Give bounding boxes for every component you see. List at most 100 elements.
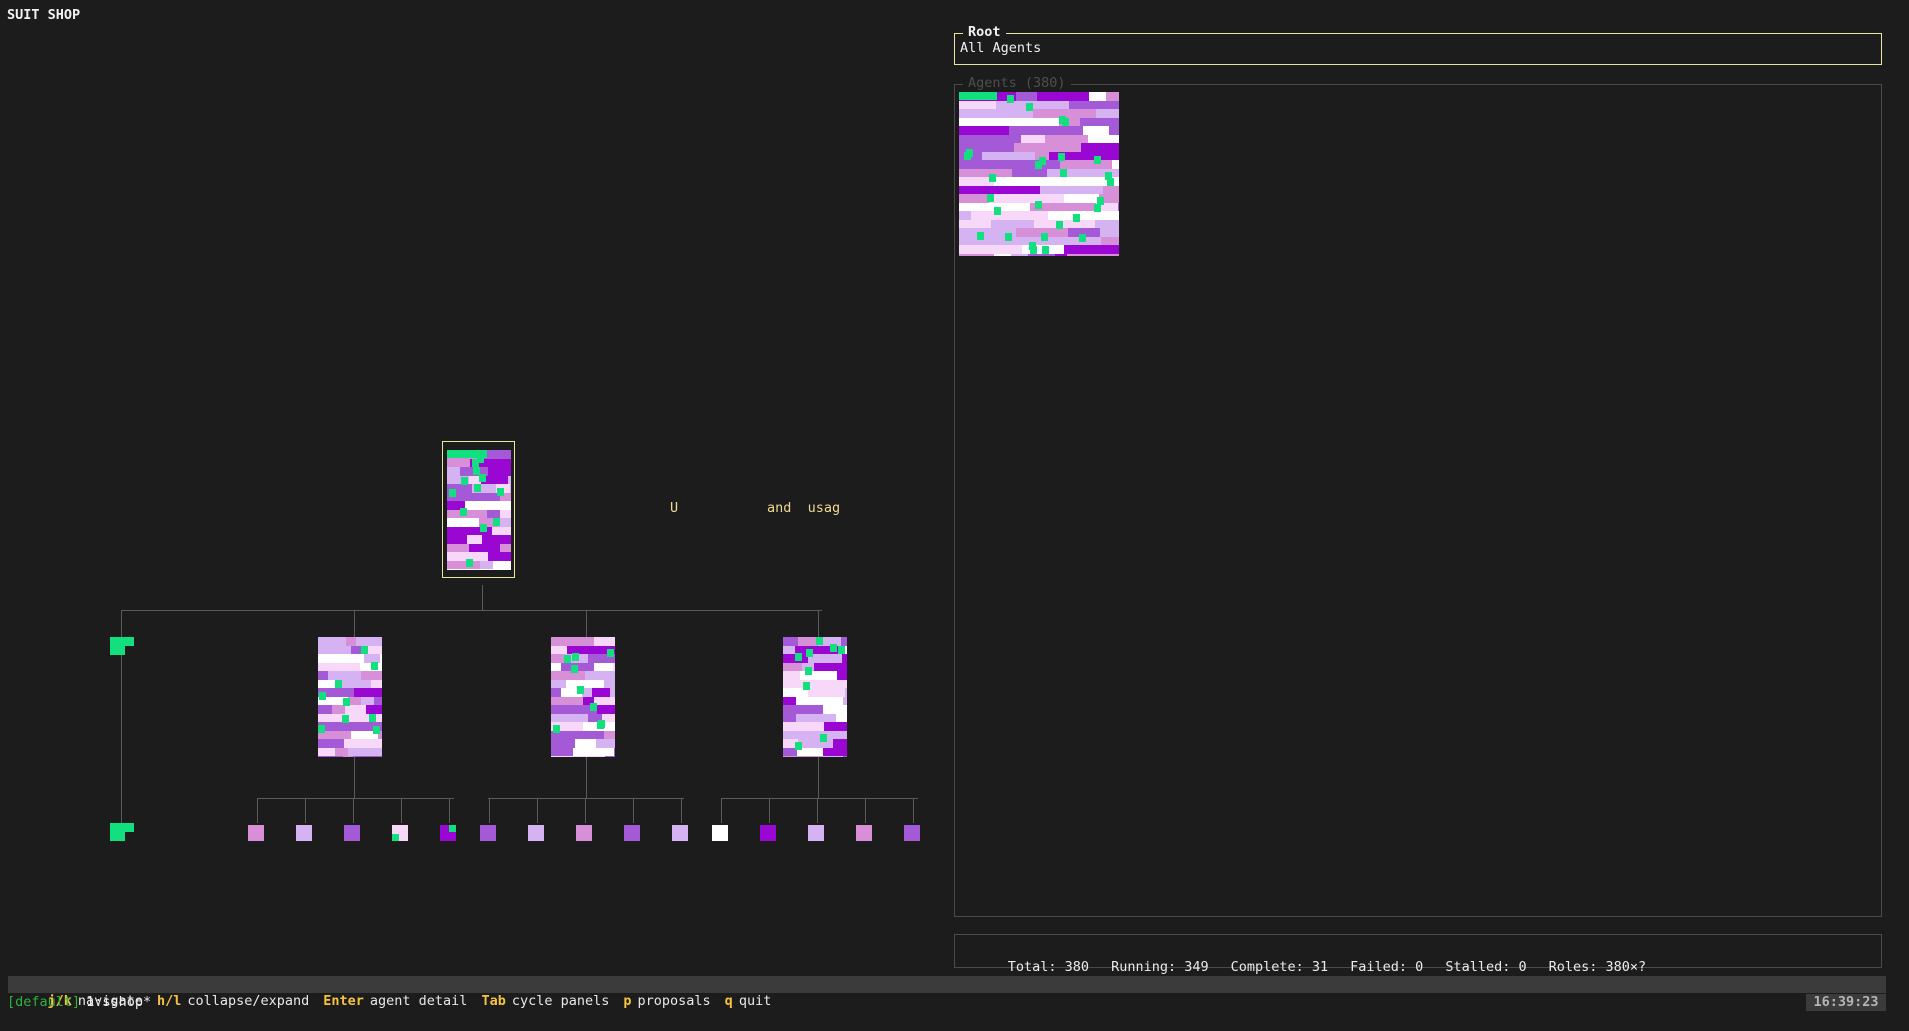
leaf-node[interactable] — [440, 825, 456, 841]
active-marker — [343, 698, 350, 706]
mosaic-cell — [348, 747, 382, 756]
status-failed: Failed: 0 — [1350, 959, 1424, 975]
child-node-1[interactable] — [110, 637, 134, 655]
child-node-3[interactable] — [551, 637, 615, 757]
child-node-2[interactable] — [318, 637, 382, 757]
mosaic-cell — [959, 126, 1009, 135]
leaf-node-a[interactable] — [110, 823, 134, 841]
mosaic-cell — [469, 543, 500, 552]
tree-connector — [865, 798, 866, 823]
mosaic-cell — [994, 253, 1011, 256]
leaf-node[interactable] — [576, 825, 592, 841]
root-panel[interactable]: Root All Agents — [954, 24, 1882, 65]
mosaic-cell — [467, 535, 482, 544]
mosaic-cell — [318, 662, 360, 671]
leaf-node[interactable] — [248, 825, 264, 841]
mosaic-cell — [1014, 143, 1081, 152]
mosaic-cell — [783, 637, 798, 646]
mosaic-cell — [1086, 177, 1119, 186]
help-desc-proposals: proposals — [637, 993, 711, 1009]
leaf-node[interactable] — [344, 825, 360, 841]
mosaic-cell — [843, 696, 847, 705]
leaf-node[interactable] — [808, 825, 824, 841]
help-key-collapse: h/l — [156, 993, 182, 1009]
active-marker — [795, 653, 802, 661]
status-total: Total: 380 — [1007, 959, 1090, 975]
mosaic-cell — [487, 509, 500, 518]
active-marker — [590, 703, 597, 711]
mosaic-cell — [594, 637, 615, 646]
mosaic-cell — [823, 747, 847, 756]
mosaic-cell — [783, 730, 818, 739]
tmux-window[interactable]: 1:sshop* — [86, 994, 151, 1010]
leaf-node[interactable] — [528, 825, 544, 841]
active-marker — [371, 662, 378, 670]
mosaic-cell — [447, 467, 460, 476]
tree-connector — [401, 798, 402, 823]
tree-connector — [818, 757, 819, 798]
status-complete: Complete: 31 — [1230, 959, 1329, 975]
mosaic-cell — [1064, 245, 1119, 254]
mosaic-cell — [959, 185, 1040, 194]
mosaic-cell — [783, 713, 796, 722]
mosaic-cell — [783, 662, 802, 671]
leaf-node[interactable] — [760, 825, 776, 841]
leaf-node[interactable] — [624, 825, 640, 841]
active-marker — [335, 680, 342, 688]
active-marker — [493, 518, 500, 526]
mosaic-cell — [783, 722, 824, 731]
help-desc-quit: quit — [738, 993, 772, 1009]
tree-connector — [354, 757, 355, 798]
active-marker — [1035, 201, 1042, 209]
tree-connector — [817, 798, 818, 823]
mosaic-cell — [610, 688, 615, 697]
help-bar: j/k navigate h/l collapse/expand Enter agent … — [8, 976, 1886, 1009]
leaf-node[interactable] — [672, 825, 688, 841]
mosaic-cell — [1105, 134, 1119, 143]
tree-connector — [489, 798, 490, 823]
mosaic-cell — [982, 151, 1035, 160]
mosaic-cell — [1037, 92, 1089, 101]
status-running: Running: 349 — [1111, 959, 1209, 975]
mosaic-cell — [808, 654, 842, 663]
leaf-node[interactable] — [480, 825, 496, 841]
mosaic-cell — [1060, 160, 1112, 169]
mosaic-cell — [328, 671, 361, 680]
leaf-node[interactable] — [296, 825, 312, 841]
mosaic-cell — [371, 679, 382, 688]
leaf-node[interactable] — [712, 825, 728, 841]
active-marker — [1079, 234, 1086, 242]
tree-connector — [681, 798, 682, 823]
leaf-node[interactable] — [856, 825, 872, 841]
leaf-node[interactable] — [392, 825, 408, 841]
mosaic-cell — [596, 739, 615, 748]
mosaic-cell — [823, 705, 847, 714]
child-node-4[interactable] — [783, 637, 847, 757]
mosaic-cell — [551, 637, 594, 646]
mosaic-cell — [1012, 168, 1047, 177]
mosaic-cell — [1103, 185, 1119, 194]
active-marker — [1105, 172, 1112, 180]
leaf-node[interactable] — [904, 825, 920, 841]
tree-connector — [586, 610, 587, 638]
tree-connector — [449, 798, 450, 823]
active-marker — [110, 646, 125, 655]
mosaic-cell — [783, 671, 800, 680]
active-marker — [577, 686, 584, 694]
mosaic-cell — [318, 747, 335, 756]
mosaic-cell — [833, 739, 847, 748]
mosaic-cell — [551, 756, 574, 757]
root-node[interactable] — [447, 450, 511, 570]
active-marker — [598, 720, 605, 728]
mosaic-cell — [783, 696, 796, 705]
mosaic-cell — [465, 501, 509, 510]
mosaic-cell — [614, 747, 615, 756]
active-marker — [989, 174, 996, 182]
mosaic-cell — [971, 211, 1048, 220]
mosaic-cell — [343, 756, 353, 757]
mosaic-cell — [328, 688, 342, 697]
mosaic-cell — [447, 518, 479, 527]
floating-text-a: U — [670, 500, 679, 516]
mosaic-cell — [318, 645, 351, 654]
mosaic-cell — [991, 219, 1017, 228]
